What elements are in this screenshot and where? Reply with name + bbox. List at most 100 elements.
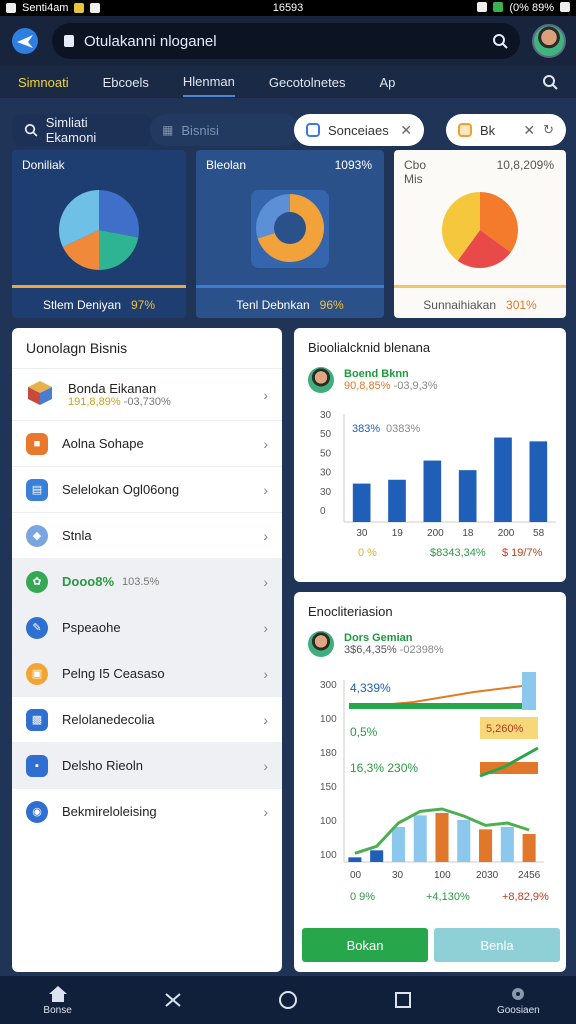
summary-card-2[interactable]: Bleolan 1093% Tenl Debnkan 96% [196,150,384,318]
filter-chip-1[interactable]: Sonceiaes ✕ [294,114,424,146]
footer-value: +8,82,9% [502,891,549,903]
bar [479,829,493,862]
card-foot-label: Sunnaihiakan [423,298,497,312]
list-header: Uonolagn Bisnis [26,340,128,356]
list-item[interactable]: ◉ Bekmireloleising › [12,788,282,834]
list-item-label: Bonda Eikanan [68,381,157,396]
battery-text: (0% 89% [509,2,554,14]
tab-ebcoels[interactable]: Ebcoels [103,69,149,96]
x-tick-label: 18 [462,528,474,539]
y-tick-label: 100 [320,714,337,725]
nav-share[interactable] [133,991,213,1009]
nav-home-circle[interactable] [248,990,328,1010]
pie-chart [59,190,139,270]
map-donut-chart [251,190,329,268]
refresh-icon[interactable]: ↻ [543,122,554,138]
line-bar-chart-panel: Enocliteriasion Dors Gemian 3$6,4,35% -0… [294,592,566,972]
list-item[interactable]: ▤ Selelokan Ogl06ong › [12,466,282,512]
chevron-right-icon: › [263,757,268,774]
footer-value: $ 19/7% [502,547,543,559]
legend-label: 383% [352,423,380,435]
nav-home[interactable]: Bonse [18,985,98,1016]
primary-button[interactable]: Bokan [302,928,428,962]
filter-chip-2-label: Bk [480,122,496,138]
chevron-right-icon: › [263,435,268,452]
search-chip[interactable]: Simliati Ekamoni [12,114,152,146]
lock-icon [64,35,74,47]
nav-tabs: Simnoati Ebcoels Hlenman Gecotolnetes Ap [0,66,576,98]
list-item[interactable]: ✿ Dooo8% 103.5% › [12,558,282,604]
list-item[interactable]: ◆ Stnla › [12,512,282,558]
nav-recents[interactable] [363,991,443,1009]
list-item-sub-b: -03,730% [123,396,171,408]
y-tick-label: 0 [320,506,326,517]
list-item[interactable]: Bonda Eikanan 191,8,89% -03,730% › [12,368,282,420]
summary-card-1[interactable]: Doniliak Stlem Deniyan 97% [12,150,186,318]
list-item-label: Dooo8% [62,574,114,589]
square-icon [306,123,320,137]
y-tick-label: 30 [320,487,332,498]
app-bar: Otulakanni nloganel [0,16,576,66]
list-item[interactable]: ✎ Pspeaohe › [12,604,282,650]
list-item[interactable]: ▣ Pelng I5 Ceasaso › [12,650,282,696]
bar [423,460,442,522]
bar-chart-panel: Bioolialcknid blenana Boend Bknn 90,8,85… [294,328,566,582]
avatar [308,367,334,393]
series-label: 16,3% 230% [350,761,418,775]
card-underline [12,285,186,288]
legend-label: 0383% [386,423,420,435]
list-item-label: Delsho Rieoln [62,758,143,773]
bar [500,827,514,862]
chevron-right-icon: › [263,386,268,403]
badge-text: 5,260% [486,723,524,735]
summary-card-3[interactable]: Cbo Mis 10,8,209% Sunnaihiakan 301% [394,150,566,318]
progress-bar [349,703,524,709]
tab-ap[interactable]: Ap [379,69,395,96]
card-footer: Stlem Deniyan 97% [12,298,186,312]
person-name: Dors Gemian [344,632,413,644]
nav-home-label: Bonse [43,1004,72,1016]
y-tick-label: 30 [320,410,332,421]
close-icon[interactable]: ✕ [400,122,412,139]
list-item[interactable]: ▩ Relolanedecolia › [12,696,282,742]
bar [522,834,536,862]
list-item-label: Stnla [62,528,92,543]
x-tick-label: 100 [434,870,451,881]
list-item[interactable]: ■ Aolna Sohape › [12,420,282,466]
chart-icon: ▩ [26,708,48,731]
bar [457,820,471,862]
bar [413,815,427,862]
avatar [308,631,334,657]
faded-chip[interactable]: ▦ Bisnisi [150,114,300,146]
panel-num-2: -03,9,3% [393,380,438,392]
avatar[interactable] [532,24,566,58]
bottom-nav: Bonse Goosiaen [0,976,576,1024]
grid-icon: ▦ [162,123,174,137]
panel-num-1: 90,8,85% [344,380,391,392]
card-underline [394,285,566,288]
x-tick-label: 19 [392,528,404,539]
bluetooth-icon [477,2,488,12]
tab-hlenman[interactable]: Hlenman [182,68,235,97]
home-icon [48,985,67,1002]
search-icon[interactable] [542,74,558,90]
filter-chip-2[interactable]: Bk ✕ ↻ [446,114,566,146]
square-icon [395,992,412,1008]
app-logo-icon[interactable] [10,26,40,56]
chevron-right-icon: › [263,527,268,544]
list-item[interactable]: ▪ Delsho Rieoln › [12,742,282,788]
x-tick-label: 2456 [518,870,541,881]
tab-simnoati[interactable]: Simnoati [18,69,69,96]
y-tick-label: 30 [320,468,332,479]
battery-icon [560,2,570,12]
address-bar[interactable]: Otulakanni nloganel [52,23,520,59]
close-icon[interactable]: ✕ [523,122,535,139]
list-item-label: Relolanedecolia [62,712,155,727]
search-icon[interactable] [492,33,508,49]
tab-gecotolnetes[interactable]: Gecotolnetes [269,69,346,96]
nav-settings[interactable]: Goosiaen [478,985,558,1016]
chevron-right-icon: › [263,711,268,728]
list-item-label: Pelng I5 Ceasaso [62,666,165,681]
secondary-button[interactable]: Benla [434,928,560,962]
bar [370,850,384,862]
